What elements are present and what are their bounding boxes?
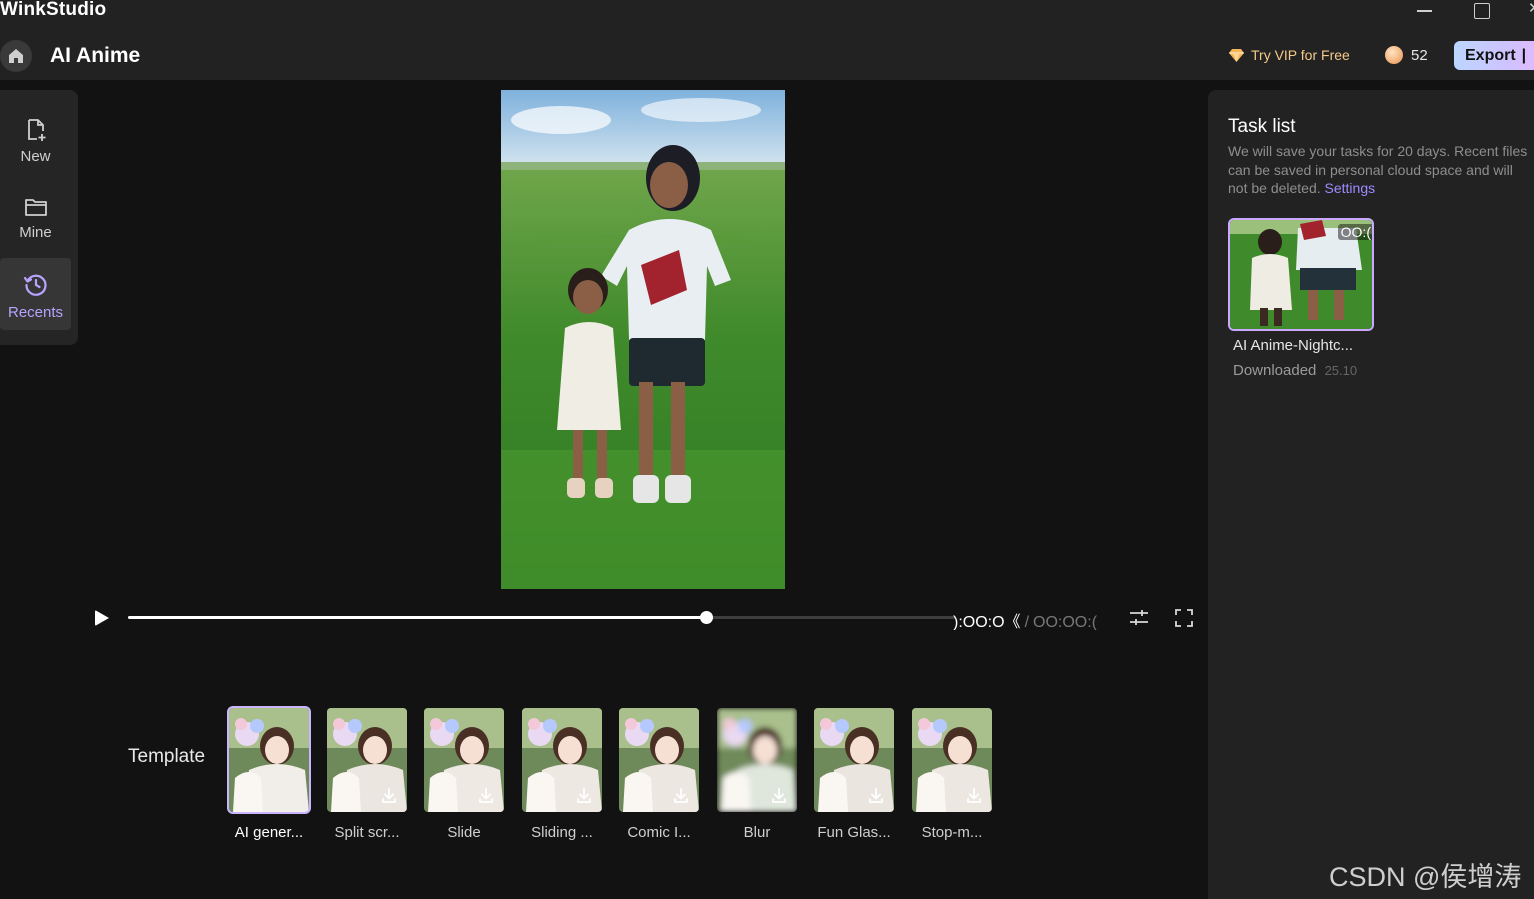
sidebar: New Mine Recents bbox=[0, 90, 78, 345]
app-name: WinkStudio bbox=[0, 0, 107, 20]
video-preview[interactable] bbox=[501, 90, 785, 589]
current-time: ):OO:O《 bbox=[953, 614, 1021, 630]
template-item[interactable]: Sliding ... bbox=[522, 708, 602, 841]
template-name: Slide bbox=[447, 824, 481, 841]
template-thumbnail[interactable] bbox=[912, 708, 992, 812]
history-icon bbox=[23, 274, 47, 296]
sidebar-item-label: Mine bbox=[19, 224, 52, 241]
close-button[interactable] bbox=[1516, 0, 1534, 22]
total-time: OO:OO:( bbox=[1033, 614, 1098, 630]
fullscreen-button[interactable] bbox=[1172, 607, 1196, 629]
download-icon[interactable] bbox=[380, 787, 398, 805]
task-description-text: We will save your tasks for 20 days. Rec… bbox=[1228, 143, 1528, 196]
task-name: AI Anime-Nightc... bbox=[1233, 337, 1354, 354]
coin-icon bbox=[1385, 46, 1403, 64]
template-thumbnail[interactable] bbox=[424, 708, 504, 812]
template-name: Comic I... bbox=[627, 824, 691, 841]
template-item[interactable]: Slide bbox=[424, 708, 504, 841]
watermark: CSDN @侯增涛 bbox=[1329, 862, 1522, 892]
download-icon[interactable] bbox=[575, 787, 593, 805]
template-item[interactable]: AI gener... bbox=[227, 706, 311, 841]
task-status-label: Downloaded bbox=[1233, 362, 1317, 379]
template-thumbnail[interactable] bbox=[227, 706, 311, 814]
home-button[interactable] bbox=[0, 40, 32, 72]
try-vip-button[interactable]: Try VIP for Free bbox=[1228, 45, 1350, 65]
folder-icon bbox=[24, 199, 47, 216]
coin-count: 52 bbox=[1411, 46, 1428, 64]
app-window: WinkStudio AI Anime Try VIP for Free 52 … bbox=[0, 0, 1534, 899]
settings-link[interactable]: Settings bbox=[1325, 180, 1376, 196]
template-name: Sliding ... bbox=[531, 824, 593, 841]
play-button[interactable] bbox=[90, 607, 112, 629]
task-status: Downloaded 25.10 bbox=[1228, 362, 1374, 379]
export-separator: | bbox=[1521, 46, 1527, 64]
sidebar-item-label: New bbox=[20, 148, 51, 165]
fullscreen-icon bbox=[1175, 609, 1193, 627]
try-vip-label: Try VIP for Free bbox=[1251, 47, 1350, 63]
template-item[interactable]: Split scr... bbox=[327, 708, 407, 841]
export-label: Export bbox=[1465, 46, 1516, 64]
download-icon[interactable] bbox=[770, 787, 788, 805]
task-list-title: Task list bbox=[1228, 116, 1296, 137]
progress-slider[interactable] bbox=[128, 611, 956, 624]
task-duration-badge: OO:( bbox=[1337, 224, 1372, 240]
sidebar-item-new[interactable]: New bbox=[0, 104, 71, 176]
template-name: Blur bbox=[743, 824, 771, 841]
time-display: ):OO:O《 / OO:OO:( bbox=[953, 608, 1111, 630]
template-thumbnail[interactable] bbox=[619, 708, 699, 812]
coin-balance[interactable]: 52 bbox=[1385, 45, 1428, 65]
template-item[interactable]: Stop-m... bbox=[912, 708, 992, 841]
diamond-icon bbox=[1229, 48, 1244, 62]
task-date: 25.10 bbox=[1324, 363, 1358, 378]
home-icon bbox=[9, 49, 23, 63]
template-name: Split scr... bbox=[334, 824, 400, 841]
template-thumbnail[interactable] bbox=[522, 708, 602, 812]
template-label: Template bbox=[128, 746, 206, 767]
sliders-icon bbox=[1130, 610, 1148, 625]
download-icon[interactable] bbox=[477, 787, 495, 805]
progress-fill bbox=[128, 616, 706, 619]
sidebar-item-mine[interactable]: Mine bbox=[0, 182, 71, 254]
download-icon[interactable] bbox=[965, 787, 983, 805]
template-thumbnail[interactable] bbox=[814, 708, 894, 812]
template-item[interactable]: Fun Glas... bbox=[814, 708, 894, 841]
template-thumbnail[interactable] bbox=[327, 708, 407, 812]
minimize-button[interactable] bbox=[1404, 0, 1444, 22]
template-thumbnail[interactable] bbox=[717, 708, 797, 812]
anime-frame-image bbox=[501, 90, 785, 589]
template-name: Fun Glas... bbox=[817, 824, 891, 841]
maximize-button[interactable] bbox=[1462, 0, 1502, 22]
template-item[interactable]: Comic I... bbox=[619, 708, 699, 841]
sidebar-item-label: Recents bbox=[7, 304, 64, 321]
task-card[interactable]: OO:( AI Anime-Nightc... Downloaded 25.10 bbox=[1228, 218, 1374, 379]
progress-handle[interactable] bbox=[699, 611, 713, 624]
template-item[interactable]: Blur bbox=[717, 708, 797, 841]
template-thumbnail-image bbox=[229, 708, 309, 812]
download-icon[interactable] bbox=[867, 787, 885, 805]
task-panel: Task list We will save your tasks for 20… bbox=[1208, 90, 1534, 899]
download-icon[interactable] bbox=[672, 787, 690, 805]
task-thumbnail[interactable]: OO:( bbox=[1228, 218, 1374, 331]
time-separator: / bbox=[1024, 614, 1030, 630]
new-file-icon bbox=[27, 119, 45, 141]
export-button[interactable]: Export | ▼ bbox=[1454, 41, 1534, 70]
title-bar: WinkStudio AI Anime Try VIP for Free 52 … bbox=[0, 0, 1534, 80]
adjust-button[interactable] bbox=[1127, 607, 1151, 629]
task-list-description: We will save your tasks for 20 days. Rec… bbox=[1228, 142, 1534, 198]
template-name: Stop-m... bbox=[921, 824, 983, 841]
page-title: AI Anime bbox=[50, 44, 141, 67]
sidebar-item-recents[interactable]: Recents bbox=[0, 258, 71, 330]
template-name: AI gener... bbox=[234, 824, 304, 841]
